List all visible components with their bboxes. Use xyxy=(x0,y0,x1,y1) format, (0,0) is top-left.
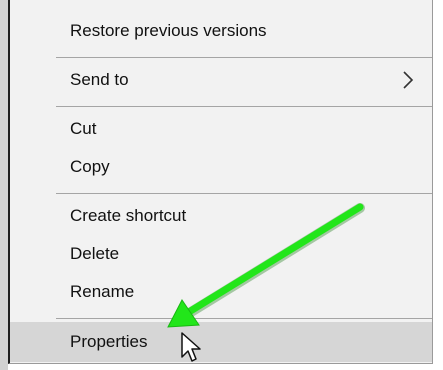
menu-item-copy[interactable]: Copy xyxy=(10,148,432,186)
menu-item-label: Copy xyxy=(70,157,110,176)
menu-item-send-to[interactable]: Send to xyxy=(10,60,432,100)
menu-item-delete[interactable]: Delete xyxy=(10,235,432,273)
menu-separator xyxy=(56,318,432,319)
menu-item-label: Properties xyxy=(70,332,148,351)
menu-item-label: Rename xyxy=(70,282,135,301)
menu-item-create-shortcut[interactable]: Create shortcut xyxy=(10,197,432,235)
menu-item-cut[interactable]: Cut xyxy=(10,110,432,148)
menu-item-properties[interactable]: Properties xyxy=(10,322,432,362)
menu-item-restore-previous-versions[interactable]: Restore previous versions xyxy=(10,10,432,52)
menu-separator xyxy=(56,57,432,58)
menu-separator xyxy=(56,106,432,107)
menu-item-label: Cut xyxy=(70,119,97,138)
menu-separator xyxy=(56,193,432,194)
menu-item-label: Delete xyxy=(70,244,120,263)
context-menu: Restore previous versions Send to Cut Co… xyxy=(8,0,433,364)
menu-item-label: Restore previous versions xyxy=(70,21,267,40)
menu-item-label: Create shortcut xyxy=(70,206,187,225)
window-edge xyxy=(0,0,8,370)
chevron-right-icon xyxy=(403,71,414,89)
menu-item-label: Send to xyxy=(70,70,129,89)
mouse-pointer-icon xyxy=(181,332,201,362)
menu-item-rename[interactable]: Rename xyxy=(10,273,432,311)
